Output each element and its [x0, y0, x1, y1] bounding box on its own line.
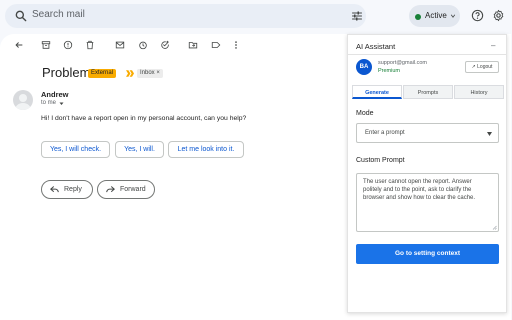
status-label: Active — [425, 11, 447, 20]
forward-label: Forward — [120, 186, 146, 193]
divider — [348, 54, 506, 55]
move-to-icon[interactable] — [188, 40, 198, 50]
archive-icon[interactable] — [41, 40, 51, 50]
ai-panel-title: AI Assistant — [356, 42, 396, 51]
chevron-down-icon — [450, 14, 456, 18]
sender-name: Andrew — [41, 90, 69, 99]
person-avatar-icon — [15, 94, 31, 110]
more-vert-icon[interactable] — [231, 40, 241, 50]
important-marker-icon[interactable] — [126, 70, 134, 77]
help-icon[interactable] — [471, 9, 484, 22]
mode-select-value: Enter a prompt — [365, 130, 405, 136]
forward-arrow-icon — [106, 186, 115, 193]
snooze-icon[interactable] — [138, 40, 148, 50]
back-arrow-icon[interactable] — [14, 40, 24, 50]
inbox-label-text: Inbox — [140, 70, 155, 76]
tab-history[interactable]: History — [454, 85, 504, 99]
recipient-details-icon[interactable] — [59, 101, 64, 106]
logout-label: Logout — [477, 64, 493, 70]
report-spam-icon[interactable] — [63, 40, 73, 50]
dropdown-caret-icon — [487, 132, 492, 136]
logout-button[interactable]: ↗ Logout — [465, 61, 499, 73]
forward-button[interactable]: Forward — [97, 180, 155, 199]
ai-assistant-panel: AI Assistant – BA support@gmail.com Prem… — [347, 34, 507, 313]
add-task-icon[interactable] — [160, 40, 170, 50]
label-icon[interactable] — [211, 40, 221, 50]
mark-unread-icon[interactable] — [115, 40, 125, 50]
search-icon[interactable] — [14, 9, 28, 23]
search-bar[interactable]: Search mail — [5, 4, 366, 28]
status-dot-icon — [415, 14, 421, 20]
mode-label: Mode — [356, 110, 374, 117]
search-options-icon[interactable] — [351, 10, 363, 22]
minimize-icon[interactable]: – — [491, 41, 495, 50]
tab-prompts[interactable]: Prompts — [403, 85, 453, 99]
account-email: support@gmail.com — [378, 60, 427, 66]
remove-label-icon[interactable]: × — [156, 70, 160, 76]
custom-prompt-textarea[interactable]: The user cannot open the report. Answer … — [356, 173, 499, 232]
tab-generate[interactable]: Generate — [352, 85, 402, 99]
external-label-badge: External — [88, 69, 117, 78]
mode-select[interactable]: Enter a prompt — [356, 123, 499, 143]
status-dropdown[interactable]: Active — [409, 5, 460, 27]
smart-reply-button[interactable]: Yes, I will check. — [41, 141, 110, 158]
account-avatar: BA — [356, 59, 372, 75]
go-to-setting-context-button[interactable]: Go to setting context — [356, 244, 499, 264]
smart-reply-button[interactable]: Let me look into it. — [168, 141, 244, 158]
sender-avatar — [13, 90, 33, 110]
reply-label: Reply — [64, 186, 82, 193]
account-plan: Premium — [378, 68, 401, 74]
smart-reply-button[interactable]: Yes, I will. — [115, 141, 164, 158]
inbox-label-badge: Inbox × — [137, 69, 163, 78]
email-body: Hi! I don't have a report open in my per… — [41, 115, 247, 122]
reply-button[interactable]: Reply — [41, 180, 93, 199]
email-subject: Problem — [42, 65, 91, 80]
custom-prompt-label: Custom Prompt — [356, 157, 405, 164]
search-input[interactable]: Search mail — [32, 9, 85, 20]
resize-handle-icon[interactable] — [492, 225, 497, 230]
recipient-line: to me — [41, 100, 57, 106]
reply-arrow-icon — [50, 186, 59, 193]
logout-arrow-icon: ↗ — [471, 64, 476, 70]
settings-gear-icon[interactable] — [492, 9, 505, 22]
delete-icon[interactable] — [85, 40, 95, 50]
